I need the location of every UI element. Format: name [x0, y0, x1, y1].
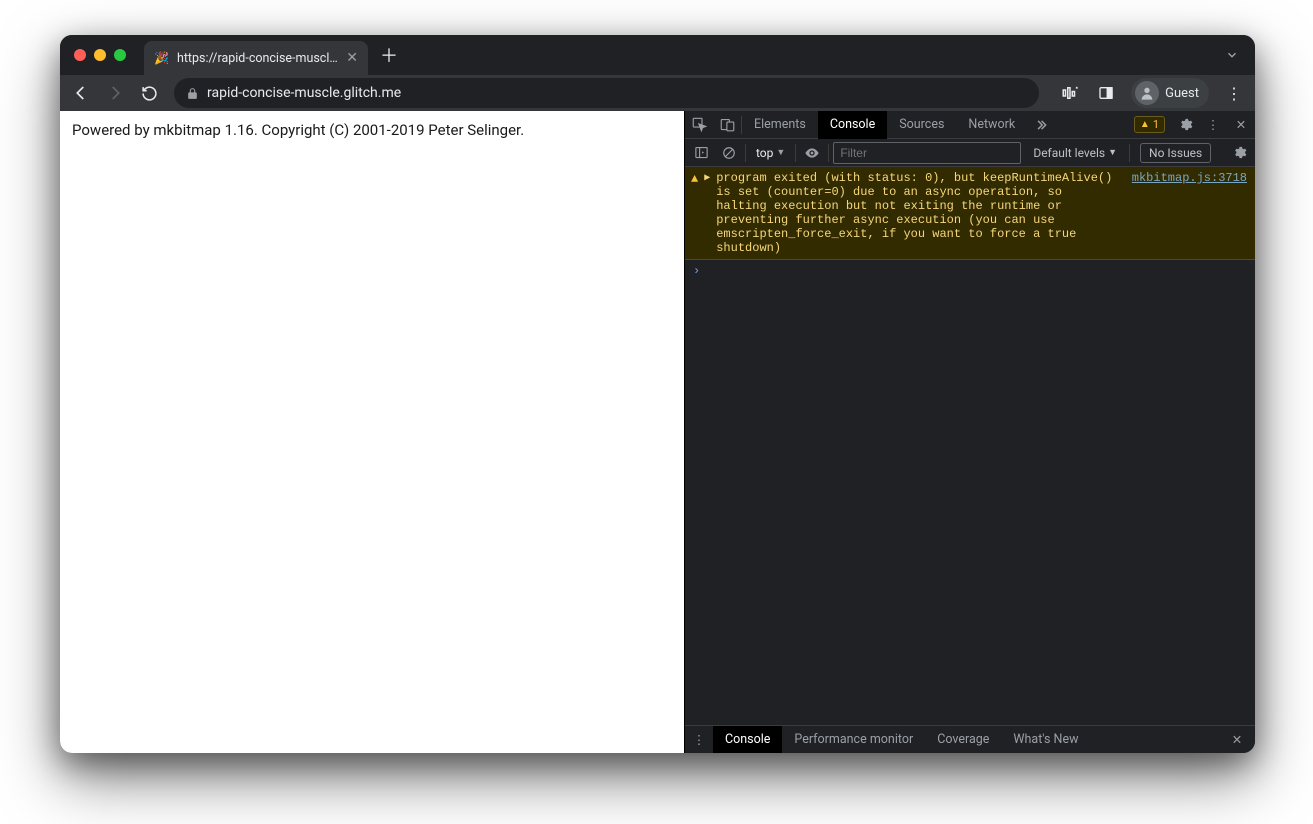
page-text: Powered by mkbitmap 1.16. Copyright (C) … — [72, 121, 672, 139]
dropdown-caret-icon: ▼ — [1108, 147, 1117, 158]
drawer-tab-whats-new[interactable]: What's New — [1001, 726, 1090, 754]
address-bar[interactable]: rapid-concise-muscle.glitch.me — [174, 78, 1039, 108]
warning-count-badge[interactable]: ▲ 1 — [1134, 116, 1165, 133]
panel-toggle-icon[interactable] — [1091, 78, 1121, 108]
devtools-close-button[interactable]: ✕ — [1227, 111, 1255, 139]
live-expression-button[interactable] — [800, 141, 824, 165]
context-label: top — [756, 146, 773, 160]
tab-sources[interactable]: Sources — [887, 111, 956, 139]
clear-console-button[interactable] — [717, 141, 741, 165]
maximize-window-button[interactable] — [114, 49, 126, 61]
warning-icon: ▲ — [691, 171, 698, 187]
warning-source-link[interactable]: mkbitmap.js:3718 — [1132, 171, 1247, 185]
dropdown-caret-icon: ▼ — [776, 147, 785, 158]
media-control-icon[interactable] — [1055, 78, 1085, 108]
window-controls — [74, 49, 126, 61]
profile-label: Guest — [1165, 86, 1199, 101]
page-content: Powered by mkbitmap 1.16. Copyright (C) … — [60, 111, 685, 753]
issues-button[interactable]: No Issues — [1140, 143, 1211, 163]
content-area: Powered by mkbitmap 1.16. Copyright (C) … — [60, 111, 1255, 753]
warning-count: 1 — [1153, 118, 1159, 131]
levels-label: Default levels — [1033, 146, 1105, 160]
drawer-menu-button[interactable]: ⋮ — [685, 726, 713, 754]
expand-caret-icon[interactable]: ▶ — [704, 171, 710, 187]
lock-icon — [186, 87, 199, 100]
tab-elements[interactable]: Elements — [742, 111, 818, 139]
back-button[interactable] — [66, 78, 96, 108]
drawer-tab-console[interactable]: Console — [713, 726, 782, 754]
avatar-icon — [1135, 81, 1159, 105]
console-toolbar: top ▼ Default levels ▼ No Issues — [685, 139, 1255, 167]
reload-button[interactable] — [134, 78, 164, 108]
browser-window: 🎉 https://rapid-concise-muscle.g ✕ ＋ rap… — [60, 35, 1255, 753]
tab-network[interactable]: Network — [956, 111, 1027, 139]
tabs-overflow-button[interactable] — [1225, 48, 1239, 62]
device-toolbar-button[interactable] — [713, 111, 741, 139]
context-selector[interactable]: top ▼ — [750, 146, 791, 160]
warning-message: program exited (with status: 0), but kee… — [716, 171, 1118, 255]
console-sidebar-toggle[interactable] — [689, 141, 713, 165]
drawer-tab-coverage[interactable]: Coverage — [925, 726, 1001, 754]
profile-chip[interactable]: Guest — [1131, 78, 1209, 108]
log-levels-selector[interactable]: Default levels ▼ — [1025, 146, 1125, 160]
tab-bar: 🎉 https://rapid-concise-muscle.g ✕ ＋ — [60, 35, 1255, 75]
toolbar: rapid-concise-muscle.glitch.me Guest ⋮ — [60, 75, 1255, 111]
inspect-element-button[interactable] — [685, 111, 713, 139]
console-warning-row[interactable]: ▲ ▶ program exited (with status: 0), but… — [685, 167, 1255, 260]
tab-console[interactable]: Console — [818, 111, 887, 139]
drawer-tab-performance-monitor[interactable]: Performance monitor — [782, 726, 925, 754]
tab-title: https://rapid-concise-muscle.g — [177, 51, 338, 66]
console-settings-button[interactable] — [1227, 141, 1251, 165]
toolbar-right: Guest ⋮ — [1055, 78, 1249, 108]
console-output[interactable]: ▲ ▶ program exited (with status: 0), but… — [685, 167, 1255, 725]
console-prompt[interactable]: › — [685, 260, 1255, 282]
warning-triangle-icon: ▲ — [1140, 119, 1150, 130]
browser-menu-button[interactable]: ⋮ — [1219, 78, 1249, 108]
drawer-close-button[interactable]: ✕ — [1223, 726, 1251, 754]
close-tab-button[interactable]: ✕ — [346, 51, 358, 65]
browser-tab[interactable]: 🎉 https://rapid-concise-muscle.g ✕ — [144, 41, 368, 75]
forward-button[interactable] — [100, 78, 130, 108]
tab-favicon-icon: 🎉 — [154, 51, 169, 65]
devtools-panel: Elements Console Sources Network ▲ 1 ⋮ ✕ — [685, 111, 1255, 753]
minimize-window-button[interactable] — [94, 49, 106, 61]
new-tab-button[interactable]: ＋ — [380, 42, 398, 68]
close-window-button[interactable] — [74, 49, 86, 61]
filter-input[interactable] — [833, 142, 1021, 164]
devtools-menu-button[interactable]: ⋮ — [1199, 111, 1227, 139]
tabs-overflow-icon[interactable] — [1027, 111, 1055, 139]
prompt-caret-icon: › — [693, 264, 700, 278]
url-text: rapid-concise-muscle.glitch.me — [207, 85, 401, 101]
devtools-drawer: ⋮ Console Performance monitor Coverage W… — [685, 725, 1255, 753]
devtools-tabbar: Elements Console Sources Network ▲ 1 ⋮ ✕ — [685, 111, 1255, 139]
devtools-settings-button[interactable] — [1171, 111, 1199, 139]
filter-field[interactable] — [833, 142, 1021, 164]
